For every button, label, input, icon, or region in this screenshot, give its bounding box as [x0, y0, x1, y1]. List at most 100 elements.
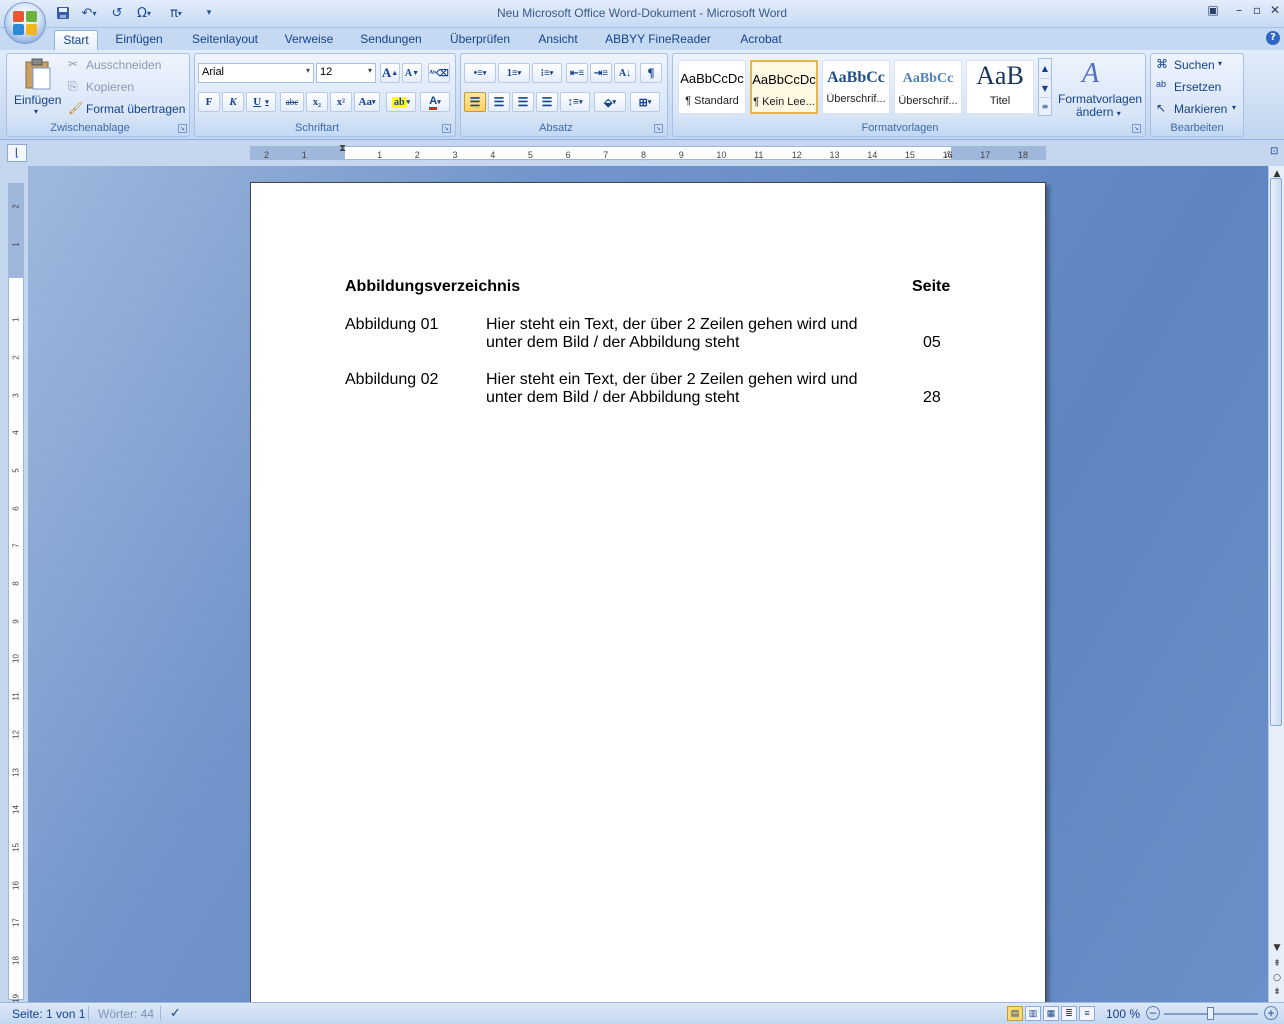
align-center-button[interactable]: ☰: [488, 92, 510, 112]
print-layout-view-icon[interactable]: ▤: [1007, 1006, 1023, 1021]
window-icon[interactable]: ▣: [1204, 2, 1222, 18]
tab-ueberpruefen[interactable]: Überprüfen: [442, 30, 518, 50]
full-screen-reading-icon[interactable]: ▥: [1025, 1006, 1041, 1021]
bold-button[interactable]: F: [198, 92, 220, 112]
style-standard[interactable]: AaBbCcDc ¶ Standard: [678, 60, 746, 114]
indent-marker-icon[interactable]: ⧗: [339, 143, 346, 154]
paste-button[interactable]: Einfügen ▾: [12, 56, 62, 120]
style-preview: AaBbCcDc: [752, 72, 816, 87]
paragraph-launcher-icon[interactable]: ↘: [654, 124, 663, 133]
outline-view-icon[interactable]: ≣: [1061, 1006, 1077, 1021]
styles-gallery-scroll[interactable]: ▲ ▼ ≡: [1038, 58, 1052, 116]
vruler-tick-label: 6: [11, 505, 21, 511]
font-color-button[interactable]: A ▾: [420, 92, 450, 112]
numbering-button[interactable]: 1≡ ▾: [498, 63, 530, 83]
decrease-indent-button[interactable]: ⇤≡: [566, 63, 588, 83]
horizontal-ruler[interactable]: 2 1 1 2 3 4 5 6 7 8 9 10 11 12 13 14 15 16 17 18 ⧗ △: [250, 143, 1046, 160]
highlight-button[interactable]: ab ▾: [386, 92, 416, 112]
chevron-down-icon: ▾: [367, 66, 372, 75]
zoom-level[interactable]: 100 %: [1106, 1007, 1140, 1021]
styles-launcher-icon[interactable]: ↘: [1132, 124, 1141, 133]
tab-stop-selector-icon[interactable]: ⌊: [7, 144, 27, 162]
zoom-out-icon[interactable]: –: [1146, 1006, 1160, 1020]
scrollbar-thumb[interactable]: [1270, 178, 1282, 726]
copy-icon: ⎘: [68, 79, 78, 93]
line-spacing-button[interactable]: ↕≡ ▾: [560, 92, 590, 112]
group-label-styles: Formatvorlagen: [861, 122, 939, 134]
vruler-tick-label: 5: [11, 468, 21, 473]
view-ruler-icon[interactable]: ⊡: [1270, 146, 1282, 160]
word-count[interactable]: Wörter: 44: [98, 1007, 154, 1021]
tab-seitenlayout[interactable]: Seitenlayout: [186, 30, 264, 50]
change-styles-button[interactable]: A Formatvorlagen ändern ▾: [1056, 56, 1142, 120]
tab-abbyy[interactable]: ABBYY FineReader 11: [598, 30, 718, 64]
tab-verweise[interactable]: Verweise: [278, 30, 340, 50]
vruler-top-margin: [9, 184, 23, 278]
grow-font-button[interactable]: A ▲: [380, 63, 400, 83]
vruler-tick-label: 18: [11, 956, 21, 965]
right-indent-marker-icon[interactable]: △: [945, 149, 952, 159]
strikethrough-button[interactable]: abc: [280, 92, 304, 112]
proofing-icon[interactable]: ✓: [170, 1005, 181, 1021]
change-case-button[interactable]: Aa ▾: [354, 92, 380, 112]
style-ueberschrift-1[interactable]: AaBbCc Überschrif...: [822, 60, 890, 114]
tab-ansicht[interactable]: Ansicht: [532, 30, 584, 50]
clear-format-button[interactable]: ᴬᵇ⌫: [428, 63, 450, 83]
close-button[interactable]: ✕: [1266, 2, 1284, 18]
multilevel-list-icon: ⁝≡: [540, 67, 550, 79]
page-counter[interactable]: Seite: 1 von 1: [12, 1007, 85, 1021]
minimize-button[interactable]: –: [1230, 2, 1248, 18]
pilcrow-icon: ¶: [647, 65, 655, 80]
italic-button[interactable]: K: [222, 92, 244, 112]
tab-einfuegen[interactable]: Einfügen: [108, 30, 170, 50]
next-page-icon[interactable]: ⇟: [1269, 984, 1284, 1000]
style-titel[interactable]: AaB Titel: [966, 60, 1034, 114]
sort-button[interactable]: A↓: [614, 63, 636, 83]
gallery-up-icon[interactable]: ▲: [1039, 59, 1051, 78]
tab-start[interactable]: Start: [54, 30, 98, 50]
draft-view-icon[interactable]: ≡: [1079, 1006, 1095, 1021]
clipboard-launcher-icon[interactable]: ↘: [178, 124, 187, 133]
web-layout-icon[interactable]: ▦: [1043, 1006, 1059, 1021]
increase-indent-button[interactable]: ⇥≡: [590, 63, 612, 83]
shading-button[interactable]: ⬙ ▾: [594, 92, 626, 112]
help-icon[interactable]: ?: [1266, 31, 1280, 45]
office-button[interactable]: [4, 2, 46, 44]
font-name-combo[interactable]: Arial ▾: [198, 63, 314, 83]
style-kein-leerraum[interactable]: AaBbCcDc ¶ Kein Lee...: [750, 60, 818, 114]
vertical-ruler[interactable]: 2 1 1 2 3 4 5 6 7 8 9 10 11 12 13 14 15 16 17 18 19: [8, 183, 24, 1003]
align-left-button[interactable]: ☰: [464, 92, 486, 112]
tab-acrobat[interactable]: Acrobat: [734, 30, 788, 50]
justify-icon: ☰: [541, 94, 553, 109]
vruler-tick-label: 1: [11, 317, 21, 322]
underline-button[interactable]: U ▾: [246, 92, 276, 112]
toc-heading: Abbildungsverzeichnis: [345, 278, 521, 295]
font-size-combo[interactable]: 12 ▾: [316, 63, 376, 83]
shrink-font-button[interactable]: A ▼: [402, 63, 422, 83]
tab-sendungen[interactable]: Sendungen: [354, 30, 428, 50]
subscript-button[interactable]: x₂: [306, 92, 328, 112]
replace-label: Ersetzen: [1174, 80, 1222, 94]
figure-caption-line: Hier steht ein Text, der über 2 Zeilen g…: [486, 371, 858, 388]
zoom-slider-thumb[interactable]: [1207, 1007, 1214, 1020]
borders-button[interactable]: ⊞ ▾: [630, 92, 660, 112]
scroll-down-icon[interactable]: ▼: [1269, 940, 1284, 956]
document-page[interactable]: Abbildungsverzeichnis Seite Abbildung 01…: [250, 182, 1046, 1012]
style-ueberschrift-2[interactable]: AaBbCc Überschrif...: [894, 60, 962, 114]
align-right-button[interactable]: ☰: [512, 92, 534, 112]
gallery-more-icon[interactable]: ≡: [1039, 97, 1051, 115]
align-left-icon: ☰: [469, 94, 481, 109]
maximize-button[interactable]: ▫: [1248, 2, 1266, 18]
font-name-value: Arial: [202, 66, 225, 78]
multilevel-list-button[interactable]: ⁝≡ ▾: [532, 63, 562, 83]
gallery-down-icon[interactable]: ▼: [1039, 78, 1051, 97]
superscript-button[interactable]: x²: [330, 92, 352, 112]
ruler-tick-label: 11: [754, 150, 764, 160]
group-label-clipboard: Zwischenablage: [50, 122, 130, 134]
bullets-button[interactable]: •≡ ▾: [464, 63, 496, 83]
show-marks-button[interactable]: ¶: [640, 63, 662, 83]
justify-button[interactable]: ☰: [536, 92, 558, 112]
line-spacing-icon: ↕≡: [567, 96, 580, 108]
zoom-in-icon[interactable]: +: [1264, 1006, 1278, 1020]
font-launcher-icon[interactable]: ↘: [442, 124, 451, 133]
